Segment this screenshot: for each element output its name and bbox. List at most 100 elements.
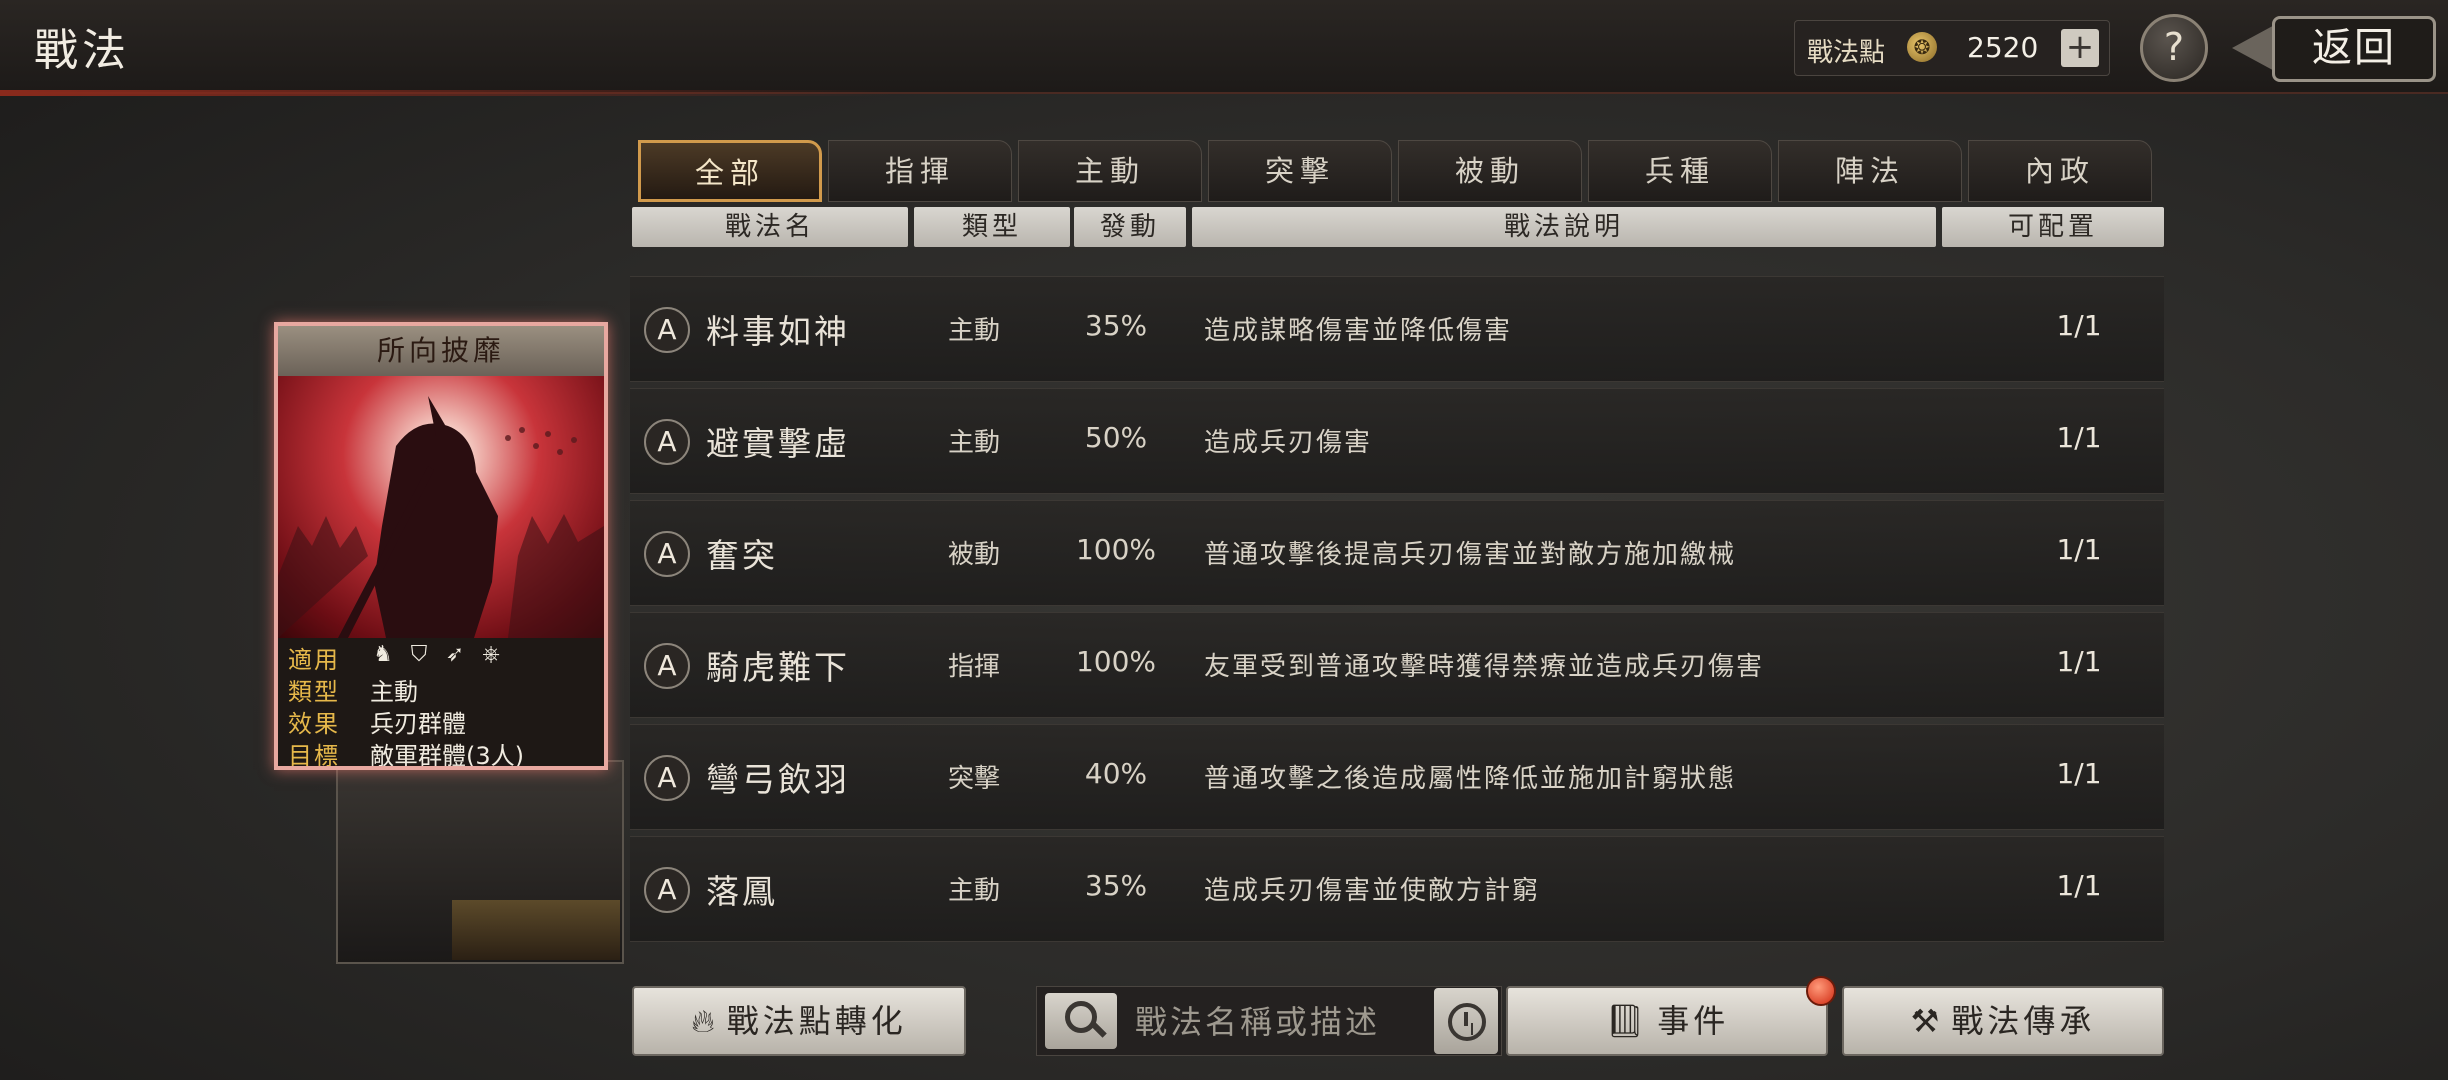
history-clock-icon[interactable] [1434, 988, 1498, 1054]
target-key: 目標 [288, 742, 340, 770]
column-header-rate[interactable]: 發動 [1074, 207, 1186, 247]
tactic-points-box: 戰法點 ❂ 2520 + [1794, 20, 2110, 76]
tactic-config: 1/1 [2056, 645, 2102, 678]
tactic-detail-card[interactable]: 所向披靡 適用 ♞ ⛉ ➶ ⎈ 類型 主動 效果 兵刃群體 目標 敵軍群體(3人… [274, 322, 608, 770]
tactic-name: 落鳳 [706, 872, 778, 911]
tactic-type: 突擊 [947, 764, 1000, 794]
tactic-desc: 普通攻擊後提高兵刃傷害並對敵方施加繳械 [1204, 540, 1737, 570]
card-info-panel: 適用 ♞ ⛉ ➶ ⎈ 類型 主動 效果 兵刃群體 目標 敵軍群體(3人) [278, 638, 604, 766]
hammer-icon: ⚒ [1910, 1002, 1944, 1040]
grade-a-icon: A [644, 531, 690, 577]
notification-dot [1806, 976, 1836, 1006]
tactic-config: 1/1 [2056, 533, 2102, 566]
tactic-name: 騎虎難下 [706, 648, 850, 687]
tactic-type: 主動 [947, 428, 1000, 458]
help-button[interactable]: ? [2140, 14, 2208, 82]
type-value: 主動 [370, 678, 418, 706]
tactic-row[interactable]: A 彎弓飲羽 突擊 40% 普通攻擊之後造成屬性降低並施加計窮狀態 1/1 [630, 724, 2164, 830]
event-label: 事件 [1657, 1002, 1730, 1040]
tactic-name: 避實擊虛 [706, 424, 850, 463]
tactic-rate: 35% [1084, 869, 1148, 902]
tactic-desc: 造成兵刃傷害並使敵方計窮 [1204, 876, 1541, 906]
column-header-name[interactable]: 戰法名 [632, 207, 908, 247]
top-bar: 戰法 戰法點 ❂ 2520 + ? 返回 [0, 0, 2448, 96]
search-icon[interactable] [1045, 993, 1117, 1049]
card-artwork [278, 376, 604, 638]
card-info-type: 類型 主動 [278, 672, 604, 706]
tactic-rate: 35% [1084, 309, 1148, 342]
tactic-rate: 100% [1075, 533, 1157, 566]
book-icon: 📕︎ [1604, 1002, 1650, 1040]
warrior-silhouette-icon [278, 396, 604, 638]
target-value: 敵軍群體(3人) [370, 742, 524, 770]
tactic-config: 1/1 [2056, 757, 2102, 790]
column-header-config[interactable]: 可配置 [1942, 207, 2164, 247]
type-key: 類型 [288, 678, 340, 706]
tactic-row[interactable]: A 料事如神 主動 35% 造成謀略傷害並降低傷害 1/1 [630, 276, 2164, 382]
tactic-config: 1/1 [2056, 421, 2102, 454]
tactic-desc: 造成謀略傷害並降低傷害 [1204, 316, 1513, 346]
grade-a-icon: A [644, 755, 690, 801]
tactic-type: 被動 [947, 540, 1000, 570]
back-button[interactable]: 返回 [2232, 16, 2436, 82]
convert-points-button[interactable]: 🔥︎ 戰法點轉化 [632, 986, 966, 1056]
column-header-desc: 戰法說明 [1192, 207, 1936, 247]
tactic-rate: 100% [1075, 645, 1157, 678]
tactic-row[interactable]: A 奮突 被動 100% 普通攻擊後提高兵刃傷害並對敵方施加繳械 1/1 [630, 500, 2164, 606]
back-button-label: 返回 [2272, 16, 2436, 82]
tactic-points-label: 戰法點 [1807, 38, 1886, 68]
tab-assault[interactable]: 突擊 [1208, 140, 1392, 202]
card-info-apply: 適用 ♞ ⛉ ➶ ⎈ [278, 640, 604, 674]
tab-all[interactable]: 全部 [638, 140, 822, 202]
tactic-row[interactable]: A 避實擊虛 主動 50% 造成兵刃傷害 1/1 [630, 388, 2164, 494]
apply-key: 適用 [288, 646, 340, 674]
tactic-points-icon: ❂ [1907, 32, 1937, 62]
tactic-row[interactable]: A 騎虎難下 指揮 100% 友軍受到普通攻擊時獲得禁療並造成兵刃傷害 1/1 [630, 612, 2164, 718]
tactic-type: 指揮 [947, 652, 1000, 682]
effect-value: 兵刃群體 [370, 710, 466, 738]
grade-a-icon: A [644, 307, 690, 353]
tactic-config: 1/1 [2056, 309, 2102, 342]
add-points-button[interactable]: + [2061, 29, 2099, 67]
tactic-desc: 友軍受到普通攻擊時獲得禁療並造成兵刃傷害 [1204, 652, 1765, 682]
tactic-list[interactable]: A 料事如神 主動 35% 造成謀略傷害並降低傷害 1/1 A 避實擊虛 主動 … [630, 272, 2164, 962]
grade-a-icon: A [644, 867, 690, 913]
applicable-units: ♞ ⛉ ➶ ⎈ [370, 642, 514, 668]
tactic-points-value: 2520 [1967, 31, 2039, 64]
tactic-config: 1/1 [2056, 869, 2102, 902]
card-info-effect: 效果 兵刃群體 [278, 704, 604, 738]
tactic-rate: 50% [1084, 421, 1148, 454]
cavalry-icon: ♞ [373, 642, 393, 667]
tab-troop[interactable]: 兵種 [1588, 140, 1772, 202]
card-stack-back-bottom [452, 900, 620, 960]
inherit-button[interactable]: ⚒ 戰法傳承 [1842, 986, 2164, 1056]
tab-command[interactable]: 指揮 [828, 140, 1012, 202]
page-title: 戰法 [34, 25, 130, 76]
card-title: 所向披靡 [278, 326, 604, 376]
grade-a-icon: A [644, 419, 690, 465]
tab-active[interactable]: 主動 [1018, 140, 1202, 202]
tactic-name: 彎弓飲羽 [706, 760, 850, 799]
tab-passive[interactable]: 被動 [1398, 140, 1582, 202]
tactic-rate: 40% [1084, 757, 1148, 790]
event-button[interactable]: 📕︎ 事件 [1506, 986, 1828, 1056]
search-box [1036, 986, 1502, 1056]
convert-points-label: 戰法點轉化 [726, 1002, 907, 1040]
tactic-row[interactable]: A 落鳳 主動 35% 造成兵刃傷害並使敵方計窮 1/1 [630, 836, 2164, 942]
tactic-desc: 普通攻擊之後造成屬性降低並施加計窮狀態 [1204, 764, 1737, 794]
grade-a-icon: A [644, 643, 690, 689]
flame-icon: 🔥︎ [691, 1002, 719, 1040]
card-info-target: 目標 敵軍群體(3人) [278, 736, 604, 770]
column-header-type[interactable]: 類型 [914, 207, 1070, 247]
tactic-name: 奮突 [706, 536, 778, 575]
tactic-name: 料事如神 [706, 312, 850, 351]
tactic-type: 主動 [947, 316, 1000, 346]
tactic-type: 主動 [947, 876, 1000, 906]
effect-key: 效果 [288, 710, 340, 738]
archer-icon: ➶ [445, 642, 465, 667]
chariot-wheel-icon: ⎈ [482, 642, 500, 667]
tab-internal[interactable]: 內政 [1968, 140, 2152, 202]
tab-formation[interactable]: 陣法 [1778, 140, 1962, 202]
shield-icon: ⛉ [410, 642, 428, 667]
tactic-desc: 造成兵刃傷害 [1204, 428, 1373, 458]
